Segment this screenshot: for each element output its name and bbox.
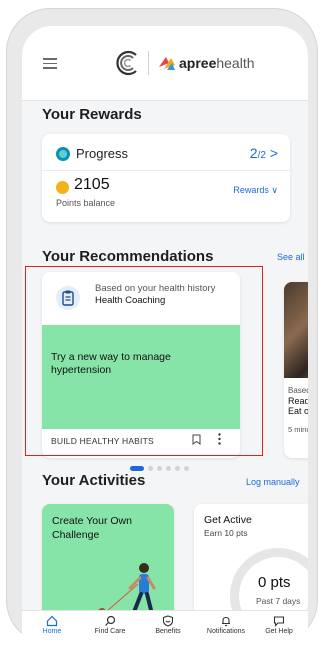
bottom-tab-bar: Home Find Care Benefits Notifications Ge… [22,610,308,649]
carousel-dot[interactable] [184,466,189,471]
see-all-link[interactable]: See all [277,252,305,262]
bell-icon [222,616,230,627]
recommendation-card-next[interactable]: Based o Read: 1 Eat or A 5 minute [284,282,308,458]
tab-benefits[interactable]: Benefits [138,611,198,649]
activity-get-active-title: Get Active [204,514,252,526]
activity-points-value: 0 pts [258,574,291,591]
apree-mark-icon [159,57,175,70]
peek-meta: 5 minute [288,425,308,434]
tab-notifications-label: Notifications [206,628,246,635]
logo-divider [148,51,149,75]
tab-home[interactable]: Home [22,611,82,649]
activity-get-active-earn: Earn 10 pts [204,528,248,538]
brand-name-light: health [216,55,255,71]
rewards-link-label: Rewards [233,185,269,195]
chevron-down-icon: ∨ [271,185,278,195]
tab-notifications[interactable]: Notifications [196,611,256,649]
carousel-dot[interactable] [166,466,171,471]
carousel-dot[interactable] [157,466,162,471]
partner-logo [116,50,137,76]
tab-home-label: Home [42,628,62,635]
app-header: apree health [22,26,308,101]
tab-find-care[interactable]: Find Care [80,611,140,649]
recommendations-section-title: Your Recommendations [42,248,214,265]
tab-get-help[interactable]: Get Help [250,611,308,649]
tab-get-help-label: Get Help [265,628,293,635]
highlight-box [25,266,263,456]
activity-challenge-title: Create Your Own Challenge [52,515,132,541]
chevron-right-icon: > [269,145,278,161]
food-image [284,282,308,378]
points-coin-icon [56,181,69,194]
points-label: Points balance [56,198,116,208]
progress-link[interactable]: 2/2 > [250,145,278,161]
progress-total: /2 [257,150,266,161]
brand-logo: apree health [158,55,255,71]
brand-name-bold: apree [179,55,217,71]
rewards-card: Progress 2/2 > 2105 Points balance Rewar… [42,134,290,222]
progress-value: 2 [249,145,258,161]
activity-period: Past 7 days [256,596,301,606]
carousel-indicator[interactable] [130,466,193,471]
rewards-link[interactable]: Rewards ∨ [233,185,278,196]
tab-benefits-label: Benefits [155,628,181,635]
activities-section-title: Your Activities [42,472,146,489]
peek-subtitle: Based o [288,386,308,395]
hamburger-icon[interactable] [43,58,57,69]
divider [42,170,290,171]
shield-icon [162,615,174,627]
chat-icon [273,616,285,627]
peek-title-line1: Read: 1 [288,396,308,406]
carousel-dot[interactable] [175,466,180,471]
peek-title-line2: Eat or A [288,406,308,416]
rewards-section-title: Your Rewards [42,106,142,123]
search-icon [105,615,116,626]
progress-label: Progress [76,146,129,161]
carousel-dot[interactable] [130,466,144,471]
home-icon [46,615,58,627]
points-value: 2105 [74,176,110,193]
log-manually-link[interactable]: Log manually [246,477,300,487]
carousel-dot[interactable] [148,466,153,471]
progress-icon [56,147,70,161]
tab-find-care-label: Find Care [94,628,126,635]
